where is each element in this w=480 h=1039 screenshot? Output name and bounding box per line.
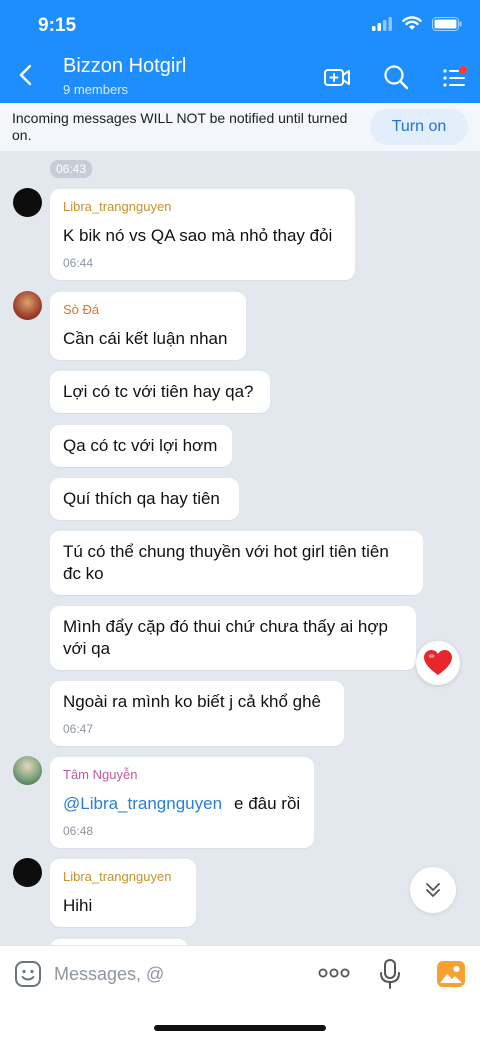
photo-icon	[437, 961, 465, 987]
video-call-button[interactable]	[322, 62, 352, 92]
message-text: Qa có tc với lợi hơm	[63, 436, 218, 455]
message-time: 06:48	[63, 824, 94, 838]
message-bubble[interactable]: Libra_trangnguyen Hihi	[50, 859, 196, 927]
turn-on-button[interactable]: Turn on	[370, 109, 468, 145]
microphone-icon	[380, 959, 400, 989]
chat-menu-button[interactable]	[439, 62, 469, 92]
double-chevron-down-icon	[426, 883, 440, 897]
avatar[interactable]	[13, 756, 42, 785]
message-text: Quí thích qa hay tiên	[63, 489, 220, 508]
mention-link[interactable]: @Libra_trangnguyen	[63, 794, 222, 813]
message-text: Cần cái kết luận nhan	[63, 329, 228, 348]
photo-button[interactable]	[436, 959, 466, 989]
message-text: Ngoài ra mình ko biết j cả khổ ghê	[63, 692, 321, 711]
message-bubble[interactable]: Sò Đá Cần cái kết luận nhan	[50, 292, 246, 360]
menu-list-icon	[443, 66, 467, 87]
message-list[interactable]: 06:43 Libra_trangnguyen K bik nó vs QA s…	[0, 151, 480, 945]
sender-name: Sò Đá	[63, 302, 100, 317]
back-chevron-icon	[19, 64, 32, 86]
message-text: Hihi	[63, 896, 93, 915]
message-time: 06:44	[63, 256, 94, 270]
video-call-icon	[324, 69, 350, 86]
avatar[interactable]	[13, 858, 42, 887]
emoji-icon	[15, 961, 41, 987]
message-bubble[interactable]: Qa có tc với lợi hơm	[50, 425, 232, 467]
home-indicator	[154, 1025, 326, 1031]
avatar[interactable]	[13, 188, 42, 217]
member-count: 9 members	[63, 82, 129, 97]
status-indicators	[372, 16, 462, 31]
message-time: 06:47	[63, 722, 94, 736]
search-button[interactable]	[381, 62, 411, 92]
message-text: Tú có thể chung thuyền với hot girl tiên…	[63, 542, 389, 583]
battery-icon	[432, 16, 462, 31]
search-icon	[384, 65, 409, 90]
status-time: 9:15	[38, 15, 77, 36]
message-text: Mình đẩy cặp đó thui chứ chưa thấy ai hợ…	[63, 617, 388, 658]
sender-name: Tâm Nguyễn	[63, 767, 138, 782]
reaction-button[interactable]	[416, 641, 460, 685]
more-options-button[interactable]	[317, 964, 351, 982]
message-bubble[interactable]: Quí thích qa hay tiên	[50, 478, 239, 520]
message-text-body: e đâu rồi	[234, 794, 301, 813]
scroll-to-bottom-button[interactable]	[410, 867, 456, 913]
back-button[interactable]	[14, 61, 38, 89]
voice-message-button[interactable]	[378, 958, 402, 990]
notification-notice: Incoming messages WILL NOT be notified u…	[0, 103, 480, 151]
signal-icon	[372, 16, 392, 31]
message-bubble[interactable]: Libra_trangnguyen K bik nó vs QA sao mà …	[50, 189, 355, 280]
sender-name: Libra_trangnguyen	[63, 199, 172, 214]
wifi-icon	[402, 16, 422, 30]
message-bubble[interactable]: Ngoài ra mình ko biết j cả khổ ghê 06:47	[50, 681, 344, 746]
avatar[interactable]	[13, 291, 42, 320]
timestamp-pill: 06:43	[50, 160, 93, 178]
message-composer	[0, 945, 480, 1039]
message-bubble[interactable]: Tâm Nguyễn @Libra_trangnguyen e đâu rồi 0…	[50, 757, 314, 848]
notice-text: Incoming messages WILL NOT be notified u…	[12, 110, 348, 143]
message-text: Lợi có tc với tiên hay qa?	[63, 382, 254, 401]
message-bubble[interactable]: Lợi có tc với tiên hay qa?	[50, 371, 270, 413]
message-bubble[interactable]: Mình đẩy cặp đó thui chứ chưa thấy ai hợ…	[50, 606, 416, 670]
emoji-button[interactable]	[14, 960, 42, 988]
chat-title[interactable]: Bizzon Hotgirl	[63, 55, 186, 78]
message-input[interactable]	[54, 960, 294, 988]
message-text: K bik nó vs QA sao mà nhỏ thay đỏi	[63, 226, 333, 245]
chat-header: 9:15 Bizzon Hotgirl 9 members	[0, 0, 480, 103]
notification-dot	[459, 66, 467, 74]
sender-name: Libra_trangnguyen	[63, 869, 172, 884]
message-bubble[interactable]: Tú có thể chung thuyền với hot girl tiên…	[50, 531, 423, 595]
heart-icon	[424, 650, 452, 675]
more-options-icon	[318, 968, 350, 978]
message-text: @Libra_trangnguyen e đâu rồi	[63, 793, 301, 815]
